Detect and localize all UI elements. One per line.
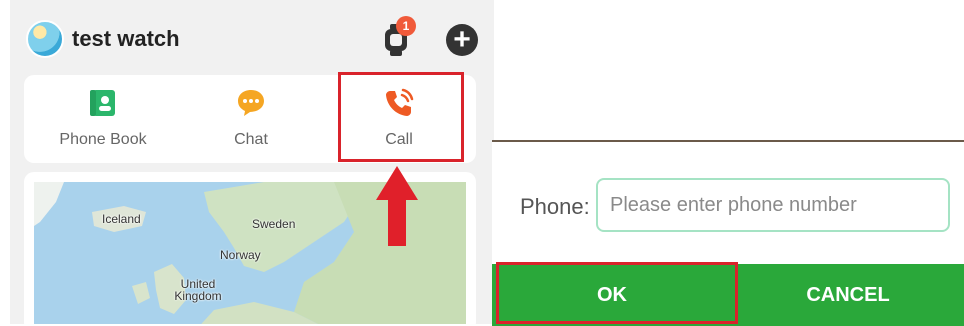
ok-highlight-box bbox=[496, 262, 738, 324]
device-name: test watch bbox=[72, 26, 180, 51]
map-label-iceland: Iceland bbox=[102, 212, 141, 226]
map-label-sweden: Sweden bbox=[252, 217, 296, 231]
phone-book-label: Phone Book bbox=[59, 131, 147, 148]
chat-label: Chat bbox=[234, 131, 268, 148]
call-highlight-box bbox=[338, 72, 464, 162]
map-label-united-kingdom: United Kingdom bbox=[174, 277, 222, 303]
app-header: test watch 1 + bbox=[10, 0, 494, 74]
cancel-button[interactable]: CANCEL bbox=[732, 264, 964, 326]
map-label-norway: Norway bbox=[220, 248, 261, 262]
avatar[interactable] bbox=[26, 20, 64, 58]
phone-label: Phone: bbox=[520, 194, 590, 219]
phone-input[interactable] bbox=[596, 178, 950, 232]
chat-button[interactable]: Chat bbox=[176, 75, 326, 163]
phone-book-icon bbox=[90, 90, 115, 116]
notification-badge: 1 bbox=[396, 16, 416, 36]
app-screen: test watch 1 + Phone Book Chat Call Icel… bbox=[10, 0, 494, 324]
phone-book-button[interactable]: Phone Book bbox=[28, 75, 178, 163]
chat-icon bbox=[238, 90, 264, 116]
add-icon[interactable]: + bbox=[446, 24, 478, 56]
arrow-up-icon bbox=[376, 166, 418, 246]
